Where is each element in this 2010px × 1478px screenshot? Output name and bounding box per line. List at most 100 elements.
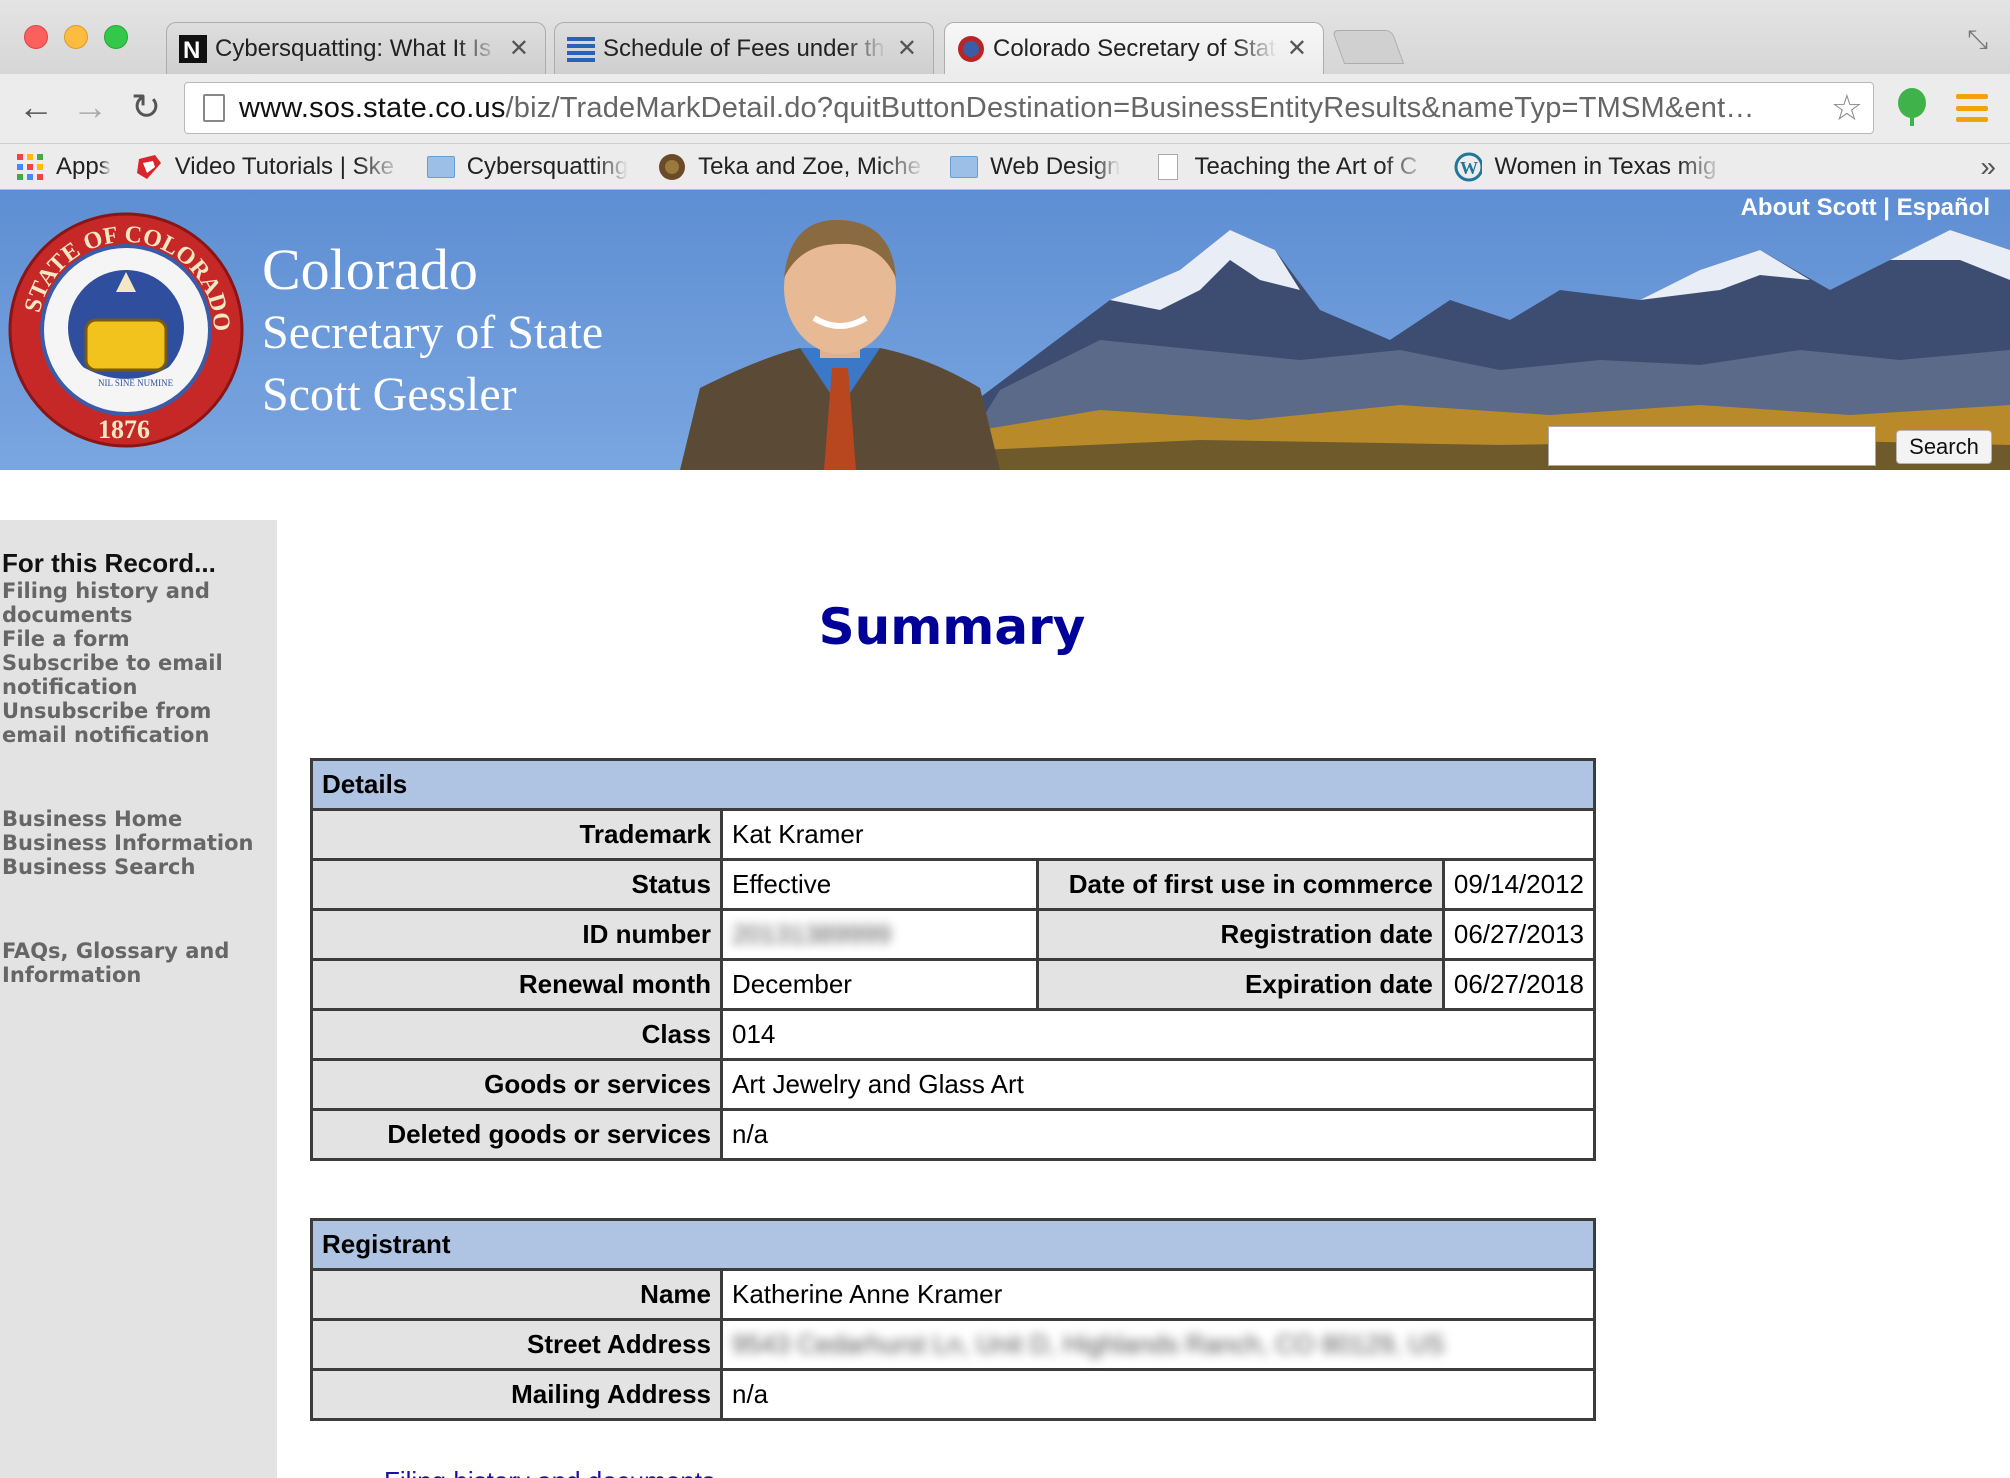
sketchup-icon [135, 153, 163, 181]
stripes-icon [567, 35, 595, 63]
wordpress-icon: W [1454, 152, 1483, 181]
org-line-secretary: Secretary of State [262, 306, 604, 359]
sidebar-link-business-home[interactable]: Business Home [0, 807, 277, 831]
page-icon [203, 94, 225, 122]
svg-text:W: W [1460, 158, 1478, 178]
class-label: Class [310, 1008, 723, 1061]
browser-menu-icon[interactable] [1956, 94, 1988, 122]
bookmark-web-design-folder[interactable]: Web Design [950, 153, 1120, 181]
bookmark-star-icon[interactable]: ☆ [1831, 87, 1863, 129]
sidebar-link-business-information[interactable]: Business Information [0, 831, 277, 855]
bookmark-women-in-texas[interactable]: W Women in Texas mig [1454, 152, 1724, 181]
browser-toolbar: ← → ↻ www.sos.state.co.us/biz/TradeMarkD… [0, 74, 2010, 144]
folder-icon [426, 153, 455, 181]
status-value: Effective [720, 858, 1039, 911]
sidebar-link-file-a-form[interactable]: File a form [0, 627, 277, 651]
table-row: Goods or services Art Jewelry and Glass … [310, 1058, 1596, 1111]
org-name: Colorado Secretary of State Scott Gessle… [262, 238, 603, 426]
registrant-heading: Registrant [310, 1218, 1596, 1271]
trademark-value: Kat Kramer [720, 808, 1596, 861]
svg-text:1876: 1876 [98, 415, 150, 444]
site-search-input[interactable] [1548, 426, 1876, 466]
table-row: ID number 20131389999 Registration date … [310, 908, 1597, 961]
close-window-button[interactable] [24, 25, 48, 49]
table-row: Renewal month December Expiration date 0… [310, 958, 1597, 1011]
sidebar-link-subscribe[interactable]: Subscribe to email notification [0, 651, 277, 699]
tab-schedule-of-fees[interactable]: Schedule of Fees under the ✕ [554, 22, 934, 74]
table-row: Name Katherine Anne Kramer [310, 1268, 1596, 1321]
redacted-id-number: 20131389999 [732, 919, 892, 949]
colorado-seal-icon [957, 35, 985, 63]
site-icon [658, 153, 686, 181]
goods-label: Goods or services [310, 1058, 723, 1111]
close-tab-icon[interactable]: ✕ [509, 34, 529, 63]
site-header-banner: STATE OF COLORADO 1876 NIL SINE NUMINE C… [0, 190, 2010, 470]
forward-arrow-icon[interactable]: → [68, 86, 112, 128]
name-label: Name [310, 1268, 723, 1321]
extension-icon[interactable] [1896, 88, 1928, 126]
sidebar: For this Record... Filing history and do… [0, 520, 277, 1478]
details-table: Details Trademark Kat Kramer Status Effe… [310, 758, 1597, 1161]
sidebar-link-business-search[interactable]: Business Search [0, 855, 277, 879]
street-address-label: Street Address [310, 1318, 723, 1371]
site-search-button[interactable]: Search [1896, 430, 1992, 464]
close-tab-icon[interactable]: ✕ [1287, 34, 1307, 63]
zoom-window-button[interactable] [104, 25, 128, 49]
registration-date-value: 06/27/2013 [1441, 908, 1597, 961]
sidebar-link-unsubscribe[interactable]: Unsubscribe from email notification [0, 699, 277, 747]
page-icon [1154, 153, 1182, 181]
deleted-goods-value: n/a [720, 1108, 1596, 1161]
trademark-label: Trademark [310, 808, 723, 861]
registration-date-label: Registration date [1036, 908, 1445, 961]
minimize-window-button[interactable] [64, 25, 88, 49]
bookmark-teaching-the-art[interactable]: Teaching the Art of C [1154, 153, 1430, 181]
tab-cybersquatting[interactable]: N Cybersquatting: What It Is and ✕ [166, 22, 546, 74]
table-row: Class 014 [310, 1008, 1596, 1061]
filing-history-link[interactable]: Filing history and documents [384, 1466, 715, 1478]
expiration-date-label: Expiration date [1036, 958, 1445, 1011]
street-address-value: 9543 Cedarhurst Ln, Unit D, Highlands Ra… [720, 1318, 1596, 1371]
tab-title: Cybersquatting: What It Is and [215, 34, 499, 62]
sidebar-link-filing-history[interactable]: Filing history and documents [0, 579, 277, 627]
registrant-table: Registrant Name Katherine Anne Kramer St… [310, 1218, 1596, 1421]
renewal-month-value: December [720, 958, 1039, 1011]
class-value: 014 [720, 1008, 1596, 1061]
apps-grid-icon [16, 153, 44, 181]
sidebar-heading: For this Record... [2, 548, 216, 578]
n-letter-icon: N [179, 34, 207, 63]
table-row: Mailing Address n/a [310, 1368, 1596, 1421]
close-tab-icon[interactable]: ✕ [897, 34, 917, 63]
mailing-address-value: n/a [720, 1368, 1596, 1421]
tab-title: Schedule of Fees under the [603, 34, 887, 62]
address-bar[interactable]: www.sos.state.co.us/biz/TradeMarkDetail.… [184, 82, 1874, 134]
reload-icon[interactable]: ↻ [124, 86, 168, 128]
fullscreen-icon[interactable]: ⤡ [1967, 24, 1988, 56]
sidebar-link-faqs[interactable]: FAQs, Glossary and Information [0, 939, 277, 987]
new-tab-button[interactable] [1331, 30, 1405, 64]
tab-colorado-sos[interactable]: Colorado Secretary of State ✕ [944, 22, 1324, 74]
id-number-label: ID number [310, 908, 723, 961]
bookmark-cybersquatting-folder[interactable]: Cybersquatting [426, 153, 628, 181]
org-line-colorado: Colorado [262, 237, 478, 302]
svg-text:NIL SINE NUMINE: NIL SINE NUMINE [98, 378, 174, 388]
about-scott-link[interactable]: About Scott [1741, 194, 1877, 221]
redacted-street-address: 9543 Cedarhurst Ln, Unit D, Highlands Ra… [732, 1329, 1445, 1359]
table-row: Trademark Kat Kramer [310, 808, 1596, 861]
back-arrow-icon[interactable]: ← [14, 86, 58, 128]
espanol-link[interactable]: Español [1897, 194, 1990, 221]
details-heading: Details [310, 758, 1596, 811]
bookmark-apps[interactable]: Apps [16, 153, 111, 181]
page-title: Summary [818, 598, 1086, 656]
bookmark-video-tutorials[interactable]: Video Tutorials | Ske [135, 153, 403, 181]
tab-title: Colorado Secretary of State [993, 34, 1277, 62]
bookmarks-bar: Apps Video Tutorials | Ske Cybersquattin… [0, 144, 2010, 190]
first-use-value: 09/14/2012 [1441, 858, 1597, 911]
more-bookmarks-icon[interactable]: » [1980, 151, 1996, 183]
header-links: About Scott | Español [1741, 194, 1990, 222]
link-separator: | [1883, 194, 1890, 221]
bookmark-teka-and-zoe[interactable]: Teka and Zoe, Miche [658, 153, 926, 181]
org-line-name: Scott Gessler [262, 368, 517, 421]
deleted-goods-label: Deleted goods or services [310, 1108, 723, 1161]
url-text[interactable]: www.sos.state.co.us/biz/TradeMarkDetail.… [239, 92, 1821, 125]
